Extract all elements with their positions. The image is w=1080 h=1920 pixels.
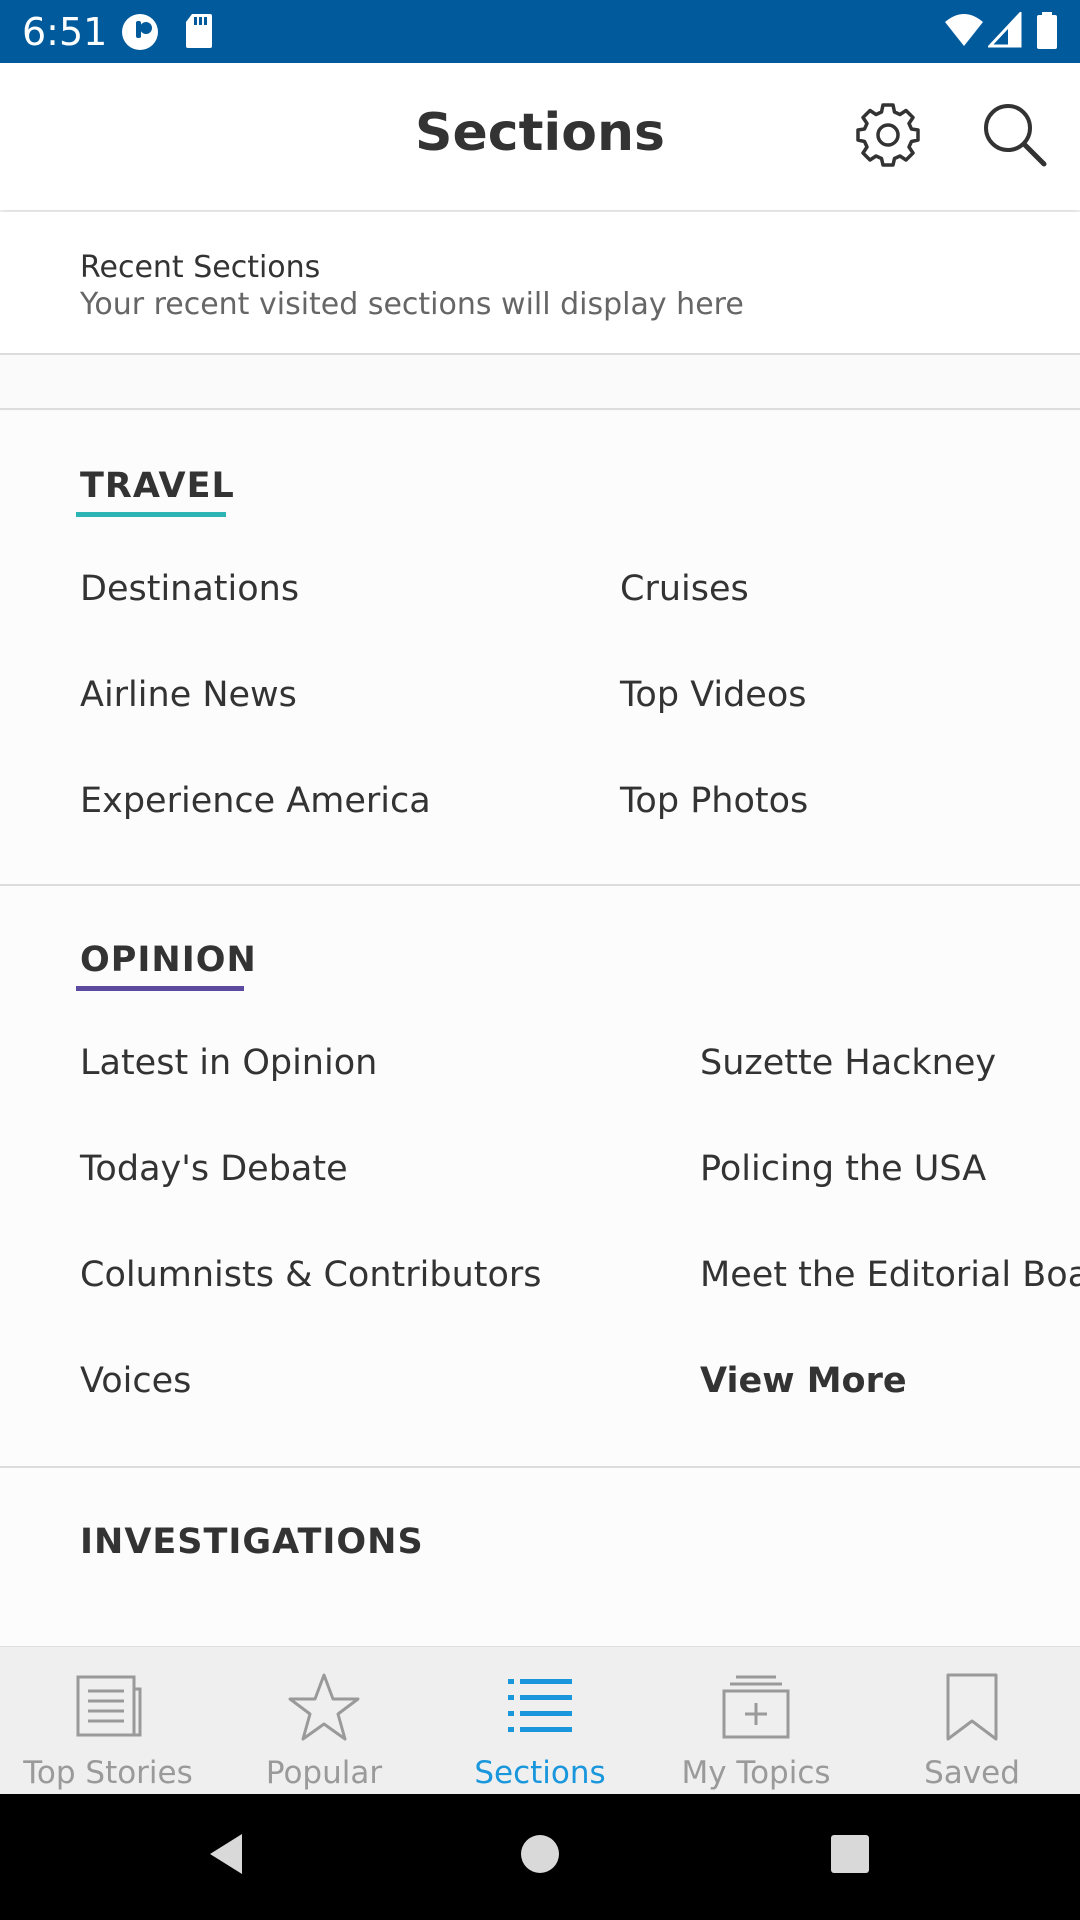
back-icon[interactable] <box>200 1824 260 1884</box>
app-notification-icon <box>122 14 158 50</box>
link-columnists-contributors[interactable]: Columnists & Contributors <box>80 1255 542 1295</box>
section-travel: TRAVEL Destinations Cruises Airline News… <box>0 412 1080 884</box>
view-more-button[interactable]: View More <box>700 1361 907 1401</box>
section-underline <box>76 512 226 517</box>
status-bar: 6:51 <box>0 0 1080 63</box>
tab-top-stories[interactable]: Top Stories <box>0 1647 216 1795</box>
signal-icon <box>988 12 1022 48</box>
link-latest-in-opinion[interactable]: Latest in Opinion <box>80 1043 377 1083</box>
link-top-photos[interactable]: Top Photos <box>620 781 808 821</box>
recent-sections-title: Recent Sections <box>80 250 321 285</box>
divider <box>0 408 1080 410</box>
recents-icon[interactable] <box>820 1824 880 1884</box>
section-heading-opinion[interactable]: OPINION <box>80 940 257 980</box>
newspaper-icon <box>76 1675 142 1737</box>
tab-label: Top Stories <box>23 1755 193 1791</box>
sd-card-icon <box>186 14 212 48</box>
section-opinion: OPINION Latest in Opinion Suzette Hackne… <box>0 886 1080 1466</box>
tab-label: Saved <box>924 1755 1020 1791</box>
link-policing-the-usa[interactable]: Policing the USA <box>700 1149 986 1189</box>
tab-label: My Topics <box>681 1755 831 1791</box>
wifi-icon <box>945 14 983 46</box>
system-navigation-bar <box>0 1794 1080 1920</box>
tab-saved[interactable]: Saved <box>864 1647 1080 1795</box>
link-top-videos[interactable]: Top Videos <box>620 675 806 715</box>
link-cruises[interactable]: Cruises <box>620 569 749 609</box>
section-investigations: INVESTIGATIONS <box>0 1468 1080 1646</box>
list-icon <box>508 1679 572 1732</box>
status-time: 6:51 <box>22 10 108 54</box>
bottom-navigation: Top Stories Popular Sections My Topics S… <box>0 1646 1080 1794</box>
tab-popular[interactable]: Popular <box>216 1647 432 1795</box>
search-icon[interactable] <box>978 99 1050 171</box>
link-airline-news[interactable]: Airline News <box>80 675 297 715</box>
battery-icon <box>1037 12 1057 49</box>
link-voices[interactable]: Voices <box>80 1361 191 1401</box>
tab-label: Popular <box>265 1755 383 1791</box>
recent-sections: Recent Sections Your recent visited sect… <box>0 212 1080 355</box>
home-icon[interactable] <box>510 1824 570 1884</box>
section-heading-investigations[interactable]: INVESTIGATIONS <box>80 1522 424 1562</box>
section-heading-travel[interactable]: TRAVEL <box>80 466 235 506</box>
recent-sections-subtitle: Your recent visited sections will displa… <box>80 287 744 322</box>
settings-gear-icon[interactable] <box>852 99 924 171</box>
app-header: Sections <box>0 63 1080 210</box>
link-experience-america[interactable]: Experience America <box>80 781 431 821</box>
link-meet-the-editorial-board[interactable]: Meet the Editorial Board <box>700 1255 1080 1295</box>
link-todays-debate[interactable]: Today's Debate <box>80 1149 348 1189</box>
bookmark-icon <box>946 1673 998 1741</box>
add-topic-icon <box>722 1675 790 1739</box>
link-destinations[interactable]: Destinations <box>80 569 299 609</box>
section-underline <box>76 986 244 991</box>
tab-my-topics[interactable]: My Topics <box>648 1647 864 1795</box>
tab-sections[interactable]: Sections <box>432 1647 648 1795</box>
tab-label: Sections <box>474 1755 606 1791</box>
link-suzette-hackney[interactable]: Suzette Hackney <box>700 1043 996 1083</box>
star-icon <box>288 1673 360 1741</box>
